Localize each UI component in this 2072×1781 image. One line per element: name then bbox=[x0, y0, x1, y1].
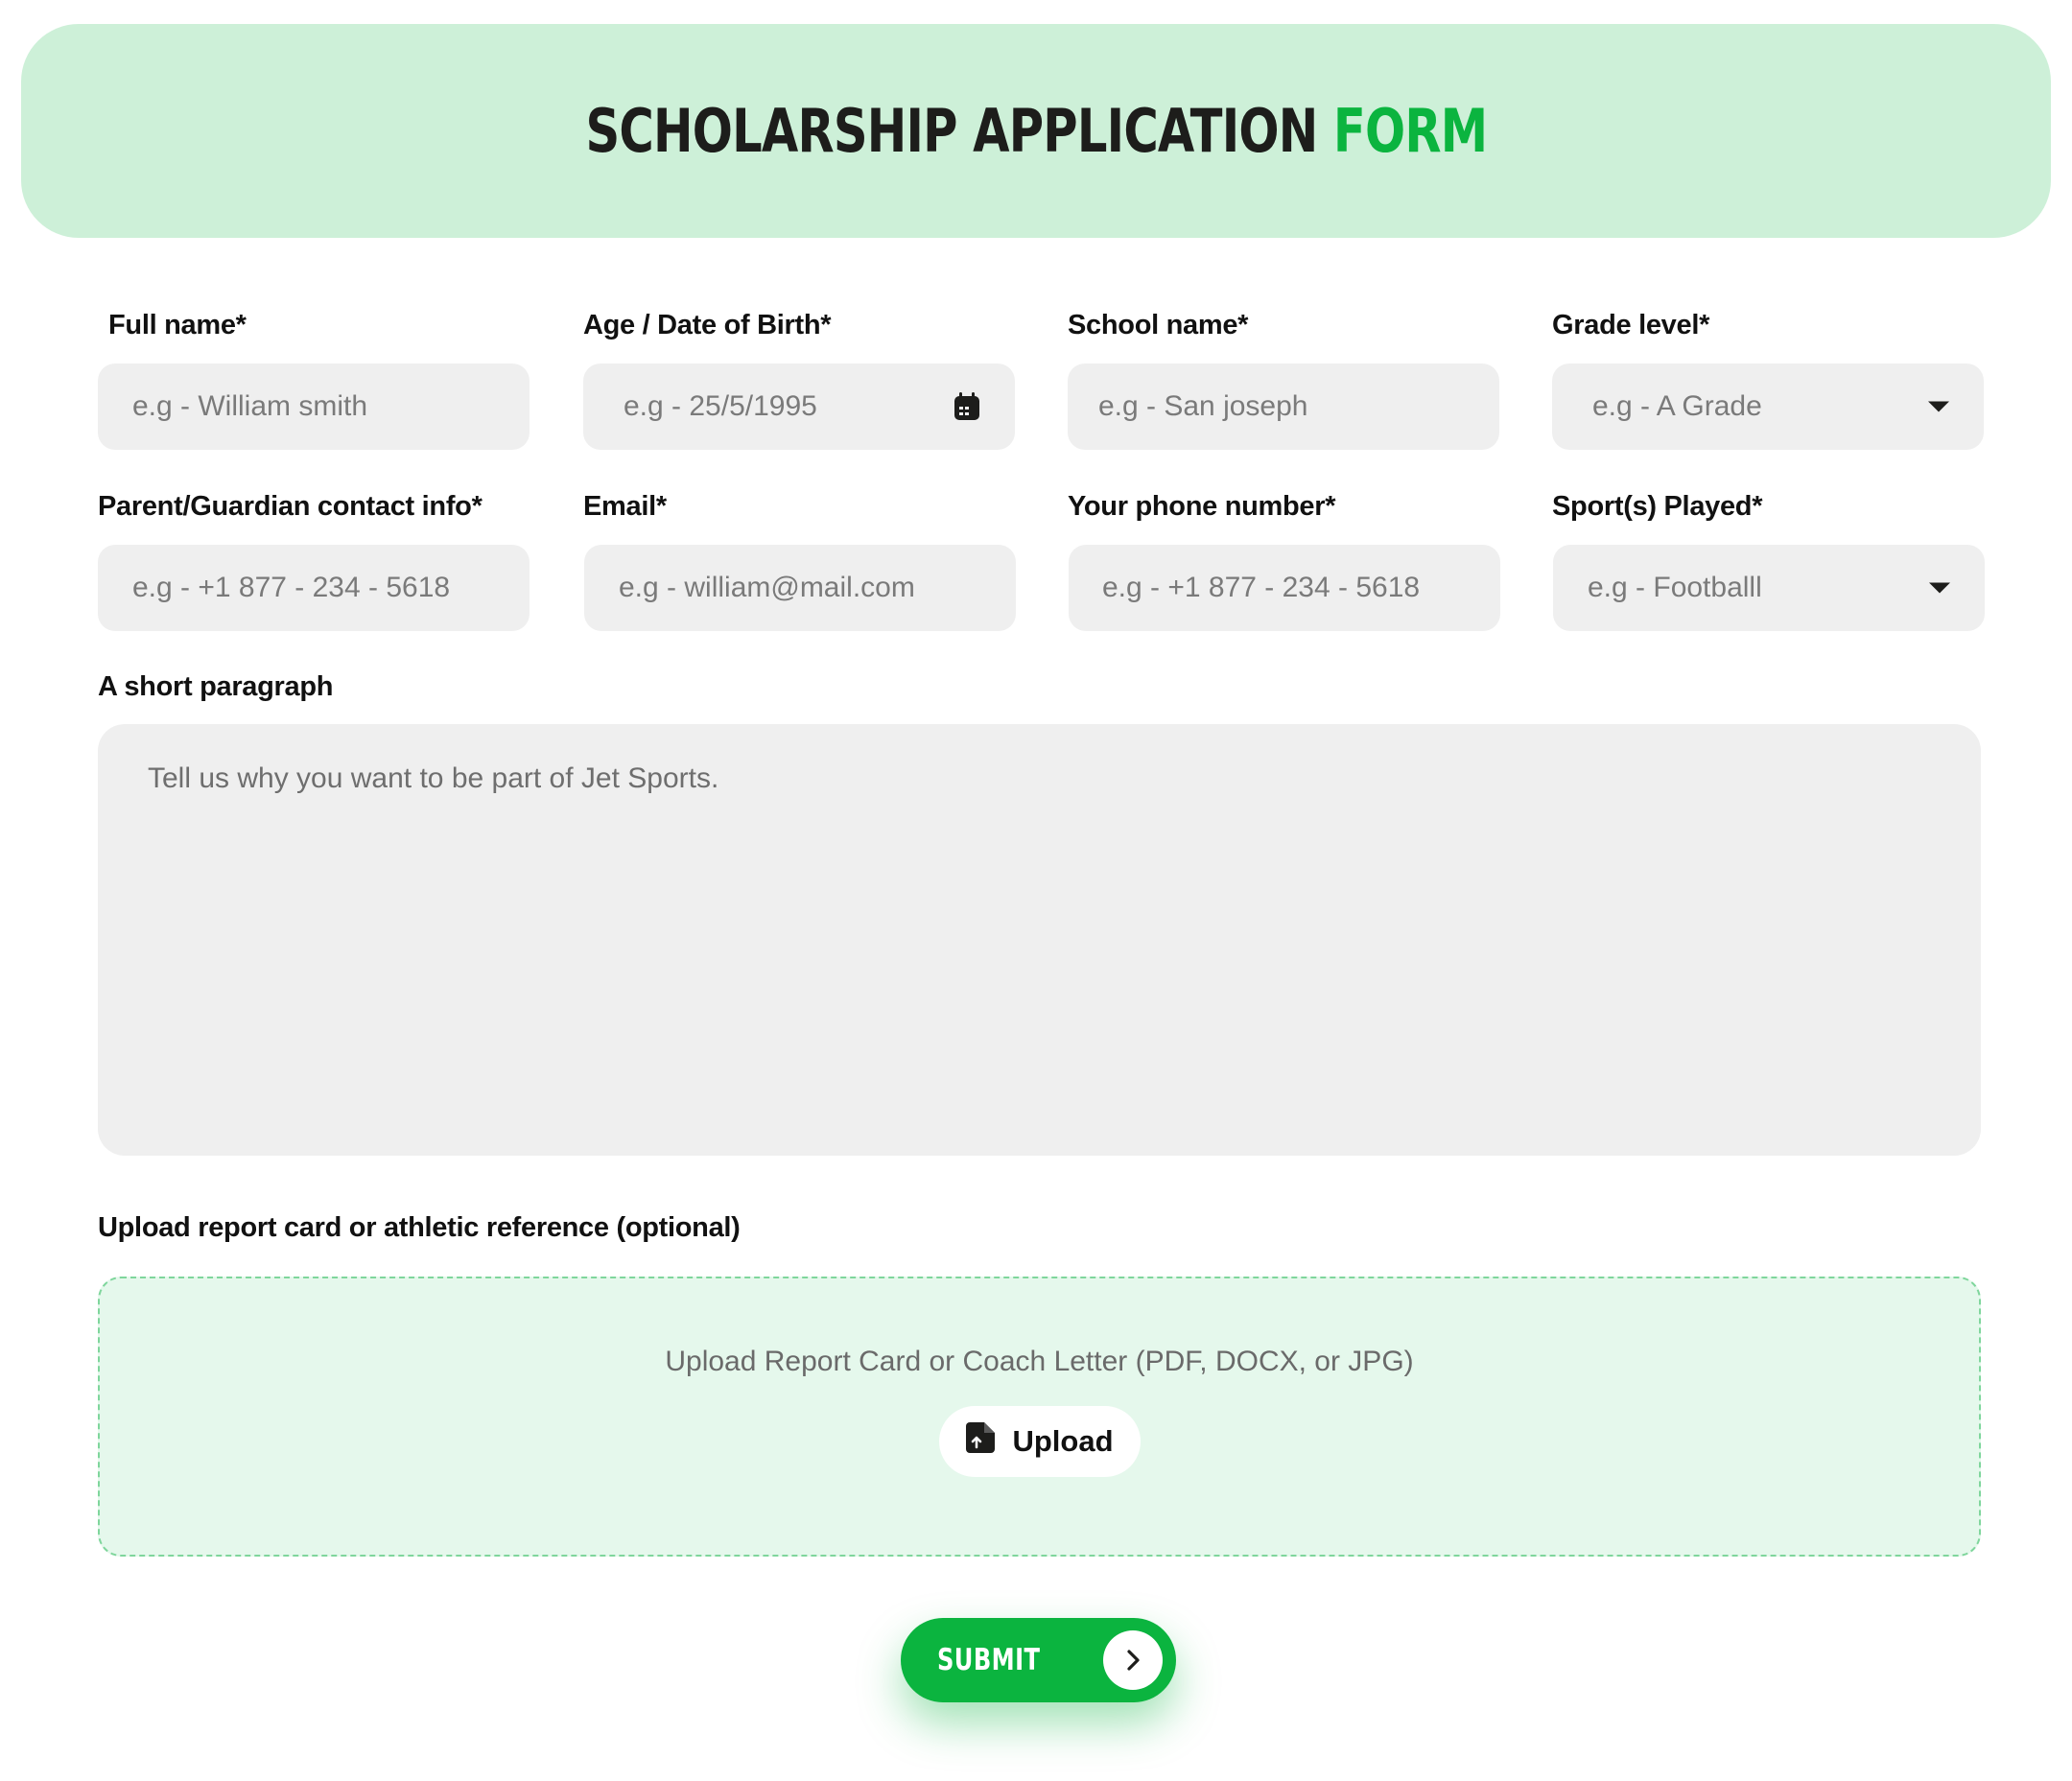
upload-hint: Upload Report Card or Coach Letter (PDF,… bbox=[665, 1346, 1414, 1377]
phone-placeholder: e.g - +1 877 - 234 - 5618 bbox=[1102, 572, 1421, 603]
dob-placeholder: e.g - 25/5/1995 bbox=[624, 390, 817, 422]
guardian-contact-field[interactable]: e.g - +1 877 - 234 - 5618 bbox=[98, 545, 530, 631]
school-name-field[interactable]: e.g - San joseph bbox=[1068, 363, 1499, 450]
upload-button[interactable]: Upload bbox=[939, 1406, 1141, 1477]
guardian-contact-label: Parent/Guardian contact info* bbox=[98, 491, 483, 522]
caret-down-icon[interactable] bbox=[1928, 401, 1949, 412]
phone-label: Your phone number* bbox=[1068, 491, 1336, 522]
sport-placeholder: e.g - Footballl bbox=[1588, 572, 1762, 603]
school-name-placeholder: e.g - San joseph bbox=[1098, 390, 1308, 422]
full-name-placeholder: e.g - William smith bbox=[132, 390, 368, 422]
page-title: SCHOLARSHIP APPLICATION FORM bbox=[585, 96, 1488, 166]
dob-field[interactable]: e.g - 25/5/1995 bbox=[583, 363, 1015, 450]
paragraph-placeholder: Tell us why you want to be part of Jet S… bbox=[148, 762, 719, 794]
upload-dropzone[interactable]: Upload Report Card or Coach Letter (PDF,… bbox=[98, 1277, 1981, 1557]
upload-button-label: Upload bbox=[1012, 1424, 1114, 1458]
full-name-field[interactable]: e.g - William smith bbox=[98, 363, 530, 450]
paragraph-label: A short paragraph bbox=[98, 671, 334, 702]
submit-button[interactable]: SUBMIT bbox=[901, 1618, 1176, 1702]
file-upload-icon bbox=[966, 1422, 996, 1461]
submit-label: SUBMIT bbox=[937, 1643, 1041, 1677]
grade-level-placeholder: e.g - A Grade bbox=[1592, 390, 1762, 422]
upload-label: Upload report card or athletic reference… bbox=[98, 1212, 741, 1243]
email-placeholder: e.g - william@mail.com bbox=[619, 572, 915, 603]
guardian-contact-placeholder: e.g - +1 877 - 234 - 5618 bbox=[132, 572, 451, 603]
grade-level-select[interactable]: e.g - A Grade bbox=[1552, 363, 1984, 450]
school-name-label: School name* bbox=[1068, 310, 1249, 340]
full-name-label: Full name* bbox=[108, 310, 247, 340]
form-header: SCHOLARSHIP APPLICATION FORM bbox=[21, 24, 2051, 238]
paragraph-textarea[interactable]: Tell us why you want to be part of Jet S… bbox=[98, 724, 1981, 1156]
title-accent: FORM bbox=[1332, 96, 1488, 166]
caret-down-icon[interactable] bbox=[1929, 582, 1950, 594]
email-label: Email* bbox=[583, 491, 667, 522]
sport-select[interactable]: e.g - Footballl bbox=[1553, 545, 1985, 631]
dob-label: Age / Date of Birth* bbox=[583, 310, 832, 340]
grade-level-label: Grade level* bbox=[1552, 310, 1710, 340]
email-field[interactable]: e.g - william@mail.com bbox=[584, 545, 1016, 631]
title-main: SCHOLARSHIP APPLICATION bbox=[585, 96, 1318, 166]
chevron-right-icon bbox=[1103, 1630, 1163, 1690]
sport-label: Sport(s) Played* bbox=[1552, 491, 1763, 522]
calendar-icon[interactable] bbox=[954, 392, 980, 421]
phone-field[interactable]: e.g - +1 877 - 234 - 5618 bbox=[1069, 545, 1500, 631]
